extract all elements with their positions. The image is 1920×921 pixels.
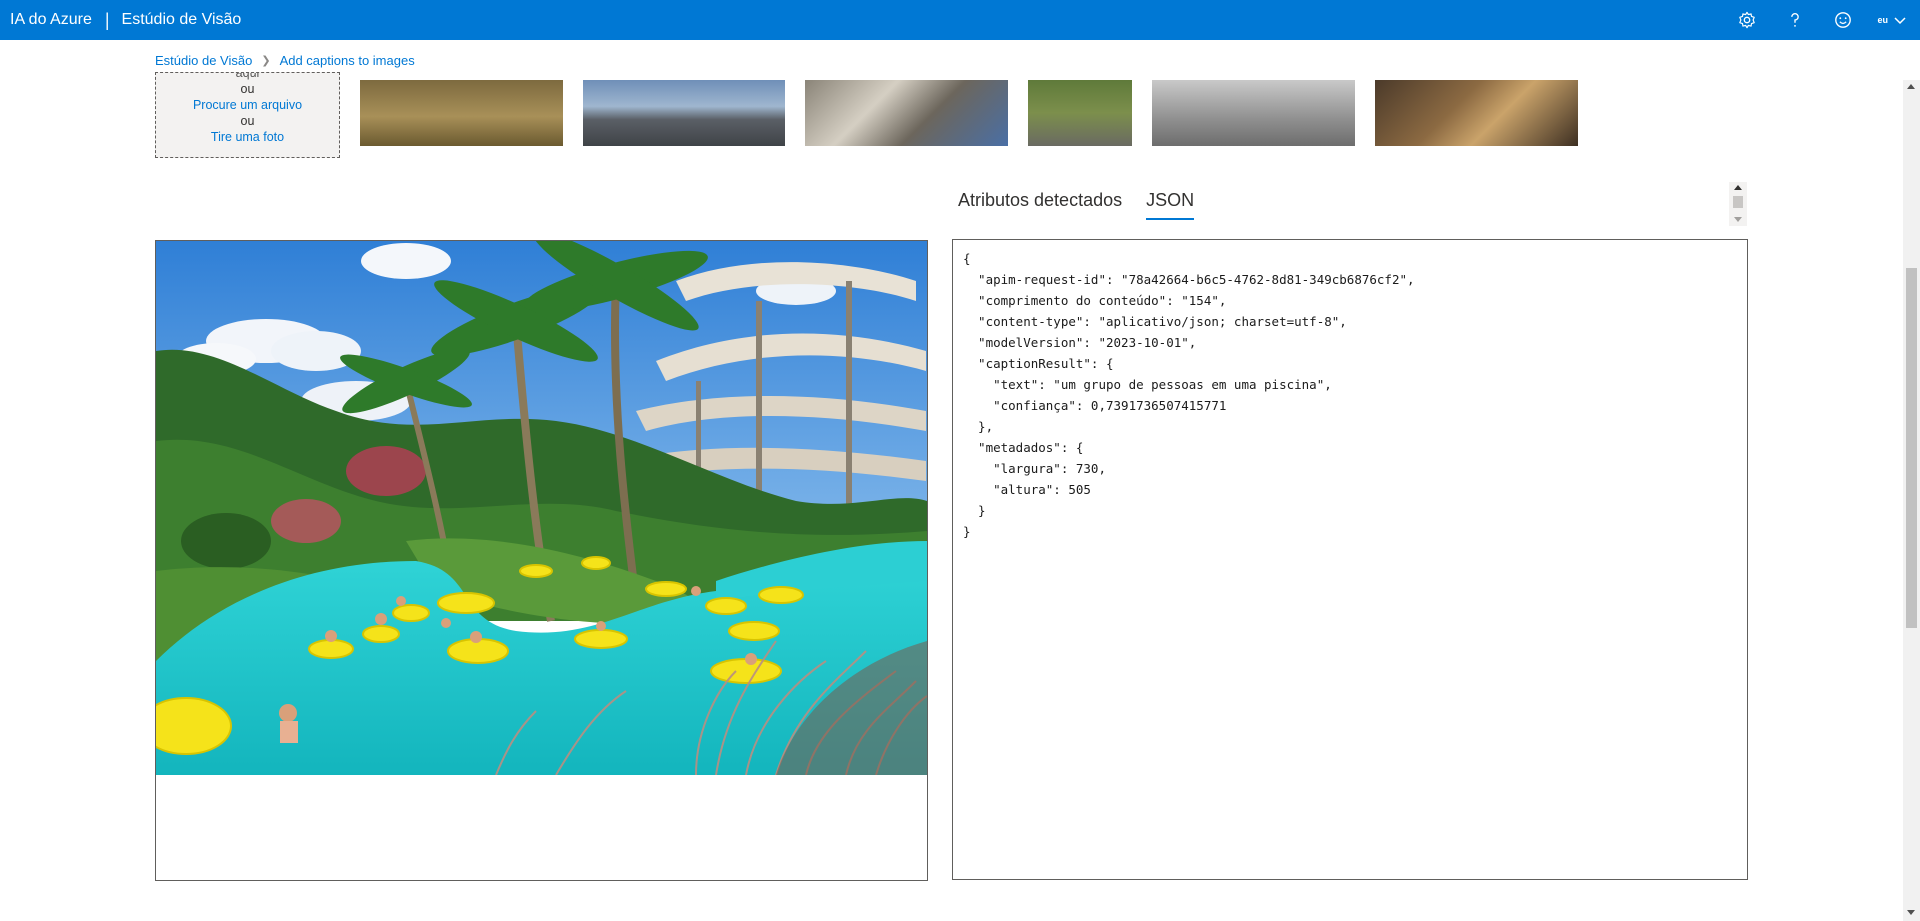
top-icons: eu (1723, 0, 1920, 40)
breadcrumb-chevron-icon: ❯ (261, 54, 271, 67)
sample-image-baseball[interactable] (1028, 80, 1132, 146)
json-line: "largura": 730, (963, 461, 1106, 476)
json-output[interactable]: { "apim-request-id": "78a42664-b6c5-4762… (963, 248, 1415, 542)
browse-file-link[interactable]: Procure um arquivo (156, 97, 339, 113)
waterpark-image (156, 241, 927, 775)
brand[interactable]: IA do Azure | Estúdio de Visão (0, 10, 241, 31)
user-menu[interactable]: eu (1867, 0, 1920, 40)
brand-name[interactable]: IA do Azure (10, 11, 92, 29)
json-line: "content-type": "aplicativo/json; charse… (963, 314, 1347, 329)
json-line: { (963, 251, 971, 266)
image-preview-panel (155, 240, 928, 881)
scroll-down-icon[interactable] (1734, 217, 1742, 222)
take-photo-link[interactable]: Tire uma foto (156, 129, 339, 145)
or-text-1: ou (240, 82, 255, 96)
scroll-up-icon[interactable] (1907, 84, 1915, 89)
json-line: "comprimento do conteúdo": "154", (963, 293, 1227, 308)
json-line: } (963, 524, 971, 539)
json-line: "confiança": 0,7391736507415771 (963, 398, 1227, 413)
upload-dropzone[interactable]: aqui ou Procure um arquivo ou Tire uma f… (155, 72, 340, 158)
scroll-down-icon[interactable] (1907, 910, 1915, 915)
sample-image-rock-coast[interactable] (583, 80, 785, 146)
breadcrumb-root[interactable]: Estúdio de Visão (155, 53, 252, 68)
help-icon[interactable] (1771, 0, 1819, 40)
or-text-2: ou (240, 114, 255, 128)
scroll-thumb[interactable] (1733, 196, 1743, 208)
json-line: } (963, 503, 986, 518)
tab-detected-attributes[interactable]: Atributos detectados (958, 190, 1122, 218)
page-scroll-thumb[interactable] (1906, 268, 1917, 628)
brand-separator: | (104, 9, 110, 30)
sample-image-building[interactable] (805, 80, 1008, 146)
user-initials: eu (1877, 15, 1888, 25)
sample-image-food[interactable] (1375, 80, 1578, 146)
result-tabs: Atributos detectados JSON (958, 190, 1218, 226)
feedback-smiley-icon[interactable] (1819, 0, 1867, 40)
breadcrumb-current[interactable]: Add captions to images (280, 53, 415, 68)
chevron-down-icon (1894, 17, 1906, 25)
tabs-scrollbar[interactable] (1729, 182, 1747, 226)
json-line: "modelVersion": "2023-10-01", (963, 335, 1197, 350)
scroll-up-icon[interactable] (1734, 185, 1742, 190)
json-output-panel[interactable]: { "apim-request-id": "78a42664-b6c5-4762… (952, 239, 1748, 880)
json-line: "captionResult": { (963, 356, 1114, 371)
settings-icon[interactable] (1723, 0, 1771, 40)
sample-image-horse[interactable] (360, 80, 563, 146)
drop-text: aqui (235, 72, 260, 80)
json-line: "metadados": { (963, 440, 1084, 455)
breadcrumb: Estúdio de Visão ❯ Add captions to image… (155, 50, 415, 70)
json-line: "text": "um grupo de pessoas em uma pisc… (963, 377, 1332, 392)
sample-image-skateboard[interactable] (1152, 80, 1355, 146)
page-scrollbar[interactable] (1903, 80, 1920, 921)
product-name[interactable]: Estúdio de Visão (122, 11, 242, 29)
top-bar: IA do Azure | Estúdio de Visão eu (0, 0, 1920, 40)
json-line: }, (963, 419, 994, 434)
json-line: "apim-request-id": "78a42664-b6c5-4762-8… (963, 272, 1415, 287)
json-line: "altura": 505 (963, 482, 1091, 497)
tab-json[interactable]: JSON (1146, 190, 1195, 220)
